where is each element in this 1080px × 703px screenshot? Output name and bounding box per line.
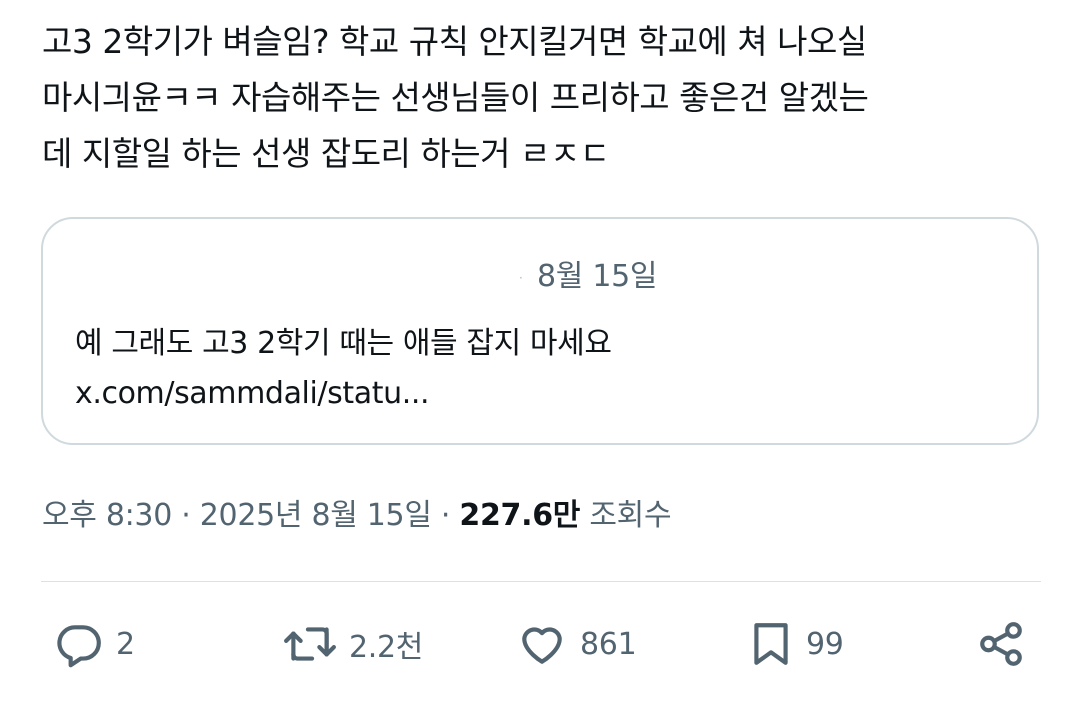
bookmark-button[interactable]: 99: [748, 612, 844, 676]
meta-separator: ·: [181, 498, 191, 533]
quoted-tweet-text: 예 그래도 고3 2학기 때는 애들 잡지 마세요 x.com/sammdali…: [75, 319, 1005, 419]
reply-icon: [54, 619, 104, 669]
tweet-time[interactable]: 오후 8:30: [42, 498, 172, 533]
share-button[interactable]: [976, 612, 1026, 676]
retweet-icon: [283, 619, 337, 669]
quoted-tweet-header: · 8월 15일: [43, 257, 1037, 297]
quoted-tweet-card[interactable]: · 8월 15일 예 그래도 고3 2학기 때는 애들 잡지 마세요 x.com…: [41, 217, 1039, 445]
reply-count: 2: [116, 626, 135, 662]
views-label: 조회수: [589, 498, 672, 533]
like-count: 861: [580, 626, 637, 662]
heart-icon: [516, 619, 568, 669]
share-icon: [976, 619, 1026, 669]
bookmark-icon: [748, 619, 794, 669]
divider: [41, 581, 1041, 582]
action-bar: 2 2.2천 861 99: [0, 612, 1080, 676]
tweet-metadata: 오후 8:30 · 2025년 8월 15일 · 227.6만 조회수: [42, 494, 672, 538]
reply-button[interactable]: 2: [54, 612, 135, 676]
quoted-tweet-separator: ·: [519, 271, 523, 285]
quoted-tweet-date: 8월 15일: [537, 259, 658, 294]
tweet-text: 고3 2학기가 벼슬임? 학교 규칙 안지킬거면 학교에 쳐 나오실 마시긔윤ㅋ…: [42, 22, 869, 173]
quoted-tweet-line: 예 그래도 고3 2학기 때는 애들 잡지 마세요: [75, 326, 612, 361]
meta-separator: ·: [440, 498, 451, 533]
retweet-count: 2.2천: [349, 630, 424, 665]
tweet-date[interactable]: 2025년 8월 15일: [200, 498, 432, 533]
views-count[interactable]: 227.6만: [459, 498, 580, 533]
like-button[interactable]: 861: [516, 612, 637, 676]
retweet-button[interactable]: 2.2천: [283, 612, 423, 676]
bookmark-count: 99: [806, 626, 844, 662]
quoted-tweet-link[interactable]: x.com/sammdali/statu...: [75, 369, 1005, 419]
